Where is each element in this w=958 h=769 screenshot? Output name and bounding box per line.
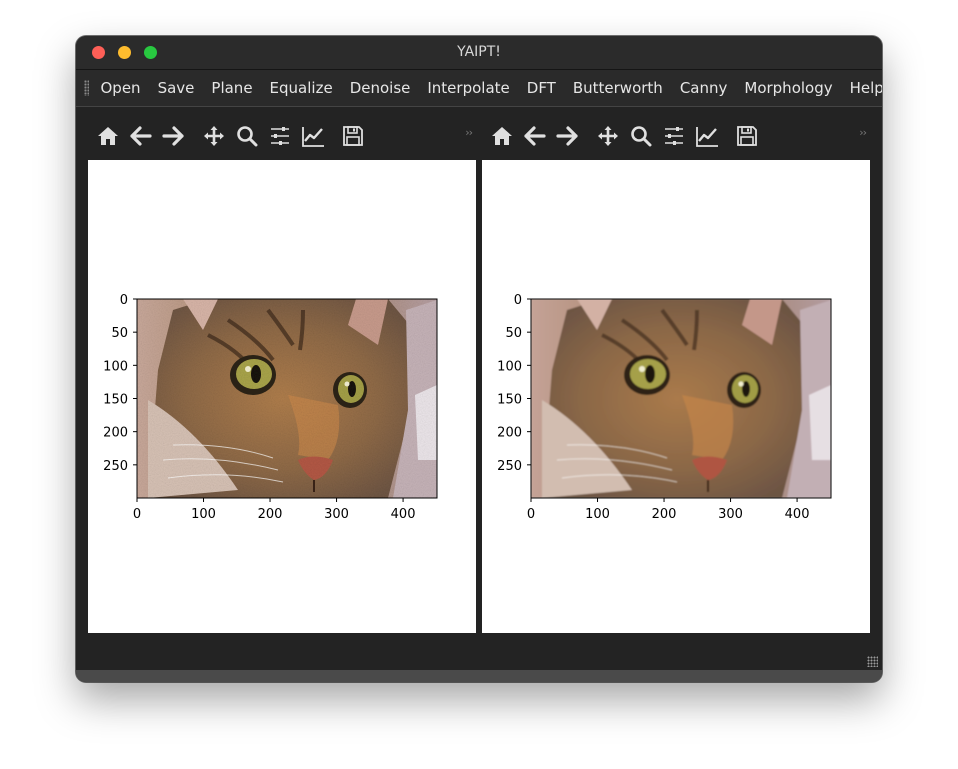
cat-image-processed (531, 299, 831, 498)
toolbar-overflow-button[interactable]: ›› (465, 126, 473, 139)
subplots-config-icon[interactable] (268, 124, 292, 148)
y-tick-label: 0 (514, 293, 522, 308)
right-image-axes[interactable]: 0 100 200 300 400 0 50 100 150 200 250 (482, 160, 870, 633)
axes-edit-icon[interactable] (695, 124, 719, 148)
y-tick-label: 50 (111, 326, 128, 341)
x-tick-label: 100 (585, 507, 610, 522)
subplots-config-icon[interactable] (662, 124, 686, 148)
y-tick-label: 200 (103, 426, 128, 441)
status-bar (76, 634, 882, 668)
back-arrow-icon[interactable] (523, 124, 547, 148)
x-tick-label: 0 (133, 507, 141, 522)
forward-arrow-icon[interactable] (161, 124, 185, 148)
y-tick-label: 250 (103, 459, 128, 474)
home-icon[interactable] (96, 124, 120, 148)
left-navigation-toolbar: ›› (88, 112, 476, 159)
menu-butterworth[interactable]: Butterworth (564, 70, 671, 106)
menu-save[interactable]: Save (149, 70, 203, 106)
y-tick-label: 250 (497, 459, 522, 474)
window-title: YAIPT! (457, 44, 501, 60)
home-icon[interactable] (490, 124, 514, 148)
title-bar: YAIPT! (76, 36, 882, 70)
menubar-grip-handle[interactable] (84, 80, 89, 96)
menu-denoise[interactable]: Denoise (341, 70, 419, 106)
y-tick-label: 100 (497, 359, 522, 374)
menu-plane[interactable]: Plane (203, 70, 261, 106)
x-tick-label: 300 (718, 507, 743, 522)
x-tick-label: 100 (191, 507, 216, 522)
y-tick-label: 100 (103, 359, 128, 374)
y-tick-label: 150 (497, 393, 522, 408)
resize-grip-handle[interactable] (867, 656, 878, 667)
x-tick-label: 200 (258, 507, 283, 522)
zoom-icon[interactable] (235, 124, 259, 148)
menu-equalize[interactable]: Equalize (261, 70, 341, 106)
menu-interpolate[interactable]: Interpolate (419, 70, 518, 106)
window-bottom-edge (76, 670, 882, 682)
save-figure-icon[interactable] (341, 124, 365, 148)
axes-edit-icon[interactable] (301, 124, 325, 148)
forward-arrow-icon[interactable] (555, 124, 579, 148)
y-tick-label: 0 (120, 293, 128, 308)
x-tick-label: 400 (785, 507, 810, 522)
x-tick-label: 400 (391, 507, 416, 522)
menu-canny[interactable]: Canny (671, 70, 736, 106)
right-figure-canvas[interactable]: 0 100 200 300 400 0 50 100 150 200 250 (482, 160, 870, 633)
back-arrow-icon[interactable] (129, 124, 153, 148)
y-tick-label: 200 (497, 426, 522, 441)
menu-dft[interactable]: DFT (518, 70, 564, 106)
cat-image (137, 299, 437, 498)
left-image-axes[interactable]: 0 100 200 300 400 0 50 100 150 200 250 (88, 160, 476, 633)
menu-open[interactable]: Open (92, 70, 149, 106)
left-figure-panel: ›› 0 100 200 300 400 0 50 100 150 200 25… (88, 112, 476, 634)
pan-move-icon[interactable] (596, 124, 620, 148)
zoom-icon[interactable] (629, 124, 653, 148)
app-window: YAIPT! Open Save Plane Equalize Denoise … (76, 36, 882, 682)
right-figure-panel: ›› 0 100 200 300 400 0 50 100 150 200 25… (482, 112, 870, 634)
pan-move-icon[interactable] (202, 124, 226, 148)
x-tick-label: 0 (527, 507, 535, 522)
toolbar-overflow-button[interactable]: ›› (859, 126, 867, 139)
left-figure-canvas[interactable]: 0 100 200 300 400 0 50 100 150 200 250 (88, 160, 476, 633)
right-navigation-toolbar: ›› (482, 112, 870, 159)
save-figure-icon[interactable] (735, 124, 759, 148)
menu-morphology[interactable]: Morphology (736, 70, 841, 106)
menu-bar: Open Save Plane Equalize Denoise Interpo… (76, 70, 882, 107)
y-tick-label: 50 (505, 326, 522, 341)
x-tick-label: 300 (324, 507, 349, 522)
x-tick-label: 200 (652, 507, 677, 522)
menu-help[interactable]: Help (841, 70, 882, 106)
y-tick-label: 150 (103, 393, 128, 408)
